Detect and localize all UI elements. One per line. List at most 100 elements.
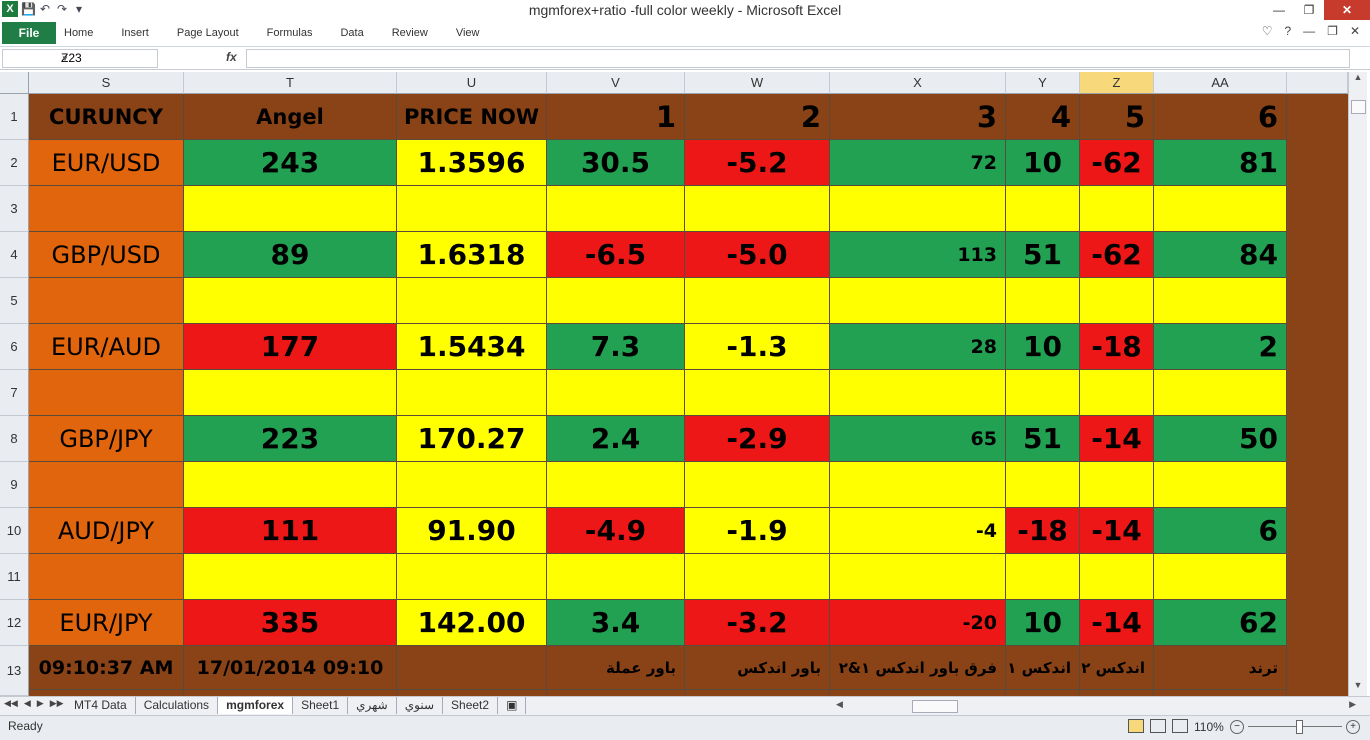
sheet-tab-mt4-data[interactable]: MT4 Data bbox=[66, 697, 136, 714]
row-header-1[interactable]: 1 bbox=[0, 94, 29, 140]
cell-v5[interactable] bbox=[547, 278, 685, 324]
cell-u3[interactable] bbox=[397, 186, 547, 232]
cell-s12[interactable]: EUR/JPY bbox=[29, 600, 184, 646]
cell-z4[interactable]: -62 bbox=[1080, 232, 1154, 278]
cell-v12[interactable]: 3.4 bbox=[547, 600, 685, 646]
cell-y7[interactable] bbox=[1006, 370, 1080, 416]
cell-aa12[interactable]: 62 bbox=[1154, 600, 1287, 646]
cell-s4[interactable]: GBP/USD bbox=[29, 232, 184, 278]
cell-y10[interactable]: -18 bbox=[1006, 508, 1080, 554]
cell-y2[interactable]: 10 bbox=[1006, 140, 1080, 186]
cell-t1[interactable]: Angel bbox=[184, 94, 397, 140]
sheet-tab-calculations[interactable]: Calculations bbox=[136, 697, 219, 714]
cell-x4[interactable]: 113 bbox=[830, 232, 1006, 278]
tab-page-layout[interactable]: Page Layout bbox=[177, 22, 239, 44]
cell-u7[interactable] bbox=[397, 370, 547, 416]
cell-y4[interactable]: 51 bbox=[1006, 232, 1080, 278]
cell-w2[interactable]: -5.2 bbox=[685, 140, 830, 186]
cell-y12[interactable]: 10 bbox=[1006, 600, 1080, 646]
row-header-10[interactable]: 10 bbox=[0, 508, 29, 554]
column-header-v[interactable]: V bbox=[547, 72, 685, 94]
row-header-4[interactable]: 4 bbox=[0, 232, 29, 278]
cell-x13[interactable]: فرق باور اندكس ١&٢ bbox=[830, 646, 1006, 690]
column-header-u[interactable]: U bbox=[397, 72, 547, 94]
row-header-5[interactable]: 5 bbox=[0, 278, 29, 324]
sheet-tab-sheet2[interactable]: Sheet2 bbox=[443, 697, 499, 714]
cell-u12[interactable]: 142.00 bbox=[397, 600, 547, 646]
close-icon[interactable]: ✕ bbox=[1324, 0, 1370, 20]
cell-aa7[interactable] bbox=[1154, 370, 1287, 416]
minimize-ribbon-icon[interactable]: ♡ bbox=[1262, 24, 1273, 38]
cell-ab-column[interactable] bbox=[1287, 94, 1348, 696]
zoom-level[interactable]: 110% bbox=[1194, 720, 1224, 734]
cell-u4[interactable]: 1.6318 bbox=[397, 232, 547, 278]
cell-v8[interactable]: 2.4 bbox=[547, 416, 685, 462]
column-header-x[interactable]: X bbox=[830, 72, 1006, 94]
cell-s7[interactable] bbox=[29, 370, 184, 416]
zoom-knob[interactable] bbox=[1296, 720, 1303, 734]
cell-aa13[interactable]: ترند bbox=[1154, 646, 1287, 690]
scroll-left-icon[interactable]: ◀ bbox=[836, 699, 843, 710]
cell-t7[interactable] bbox=[184, 370, 397, 416]
cell-aa4[interactable]: 84 bbox=[1154, 232, 1287, 278]
cell-u1[interactable]: PRICE NOW bbox=[397, 94, 547, 140]
cell-s6[interactable]: EUR/AUD bbox=[29, 324, 184, 370]
cell-aa10[interactable]: 6 bbox=[1154, 508, 1287, 554]
scroll-up-icon[interactable]: ▲ bbox=[1349, 72, 1367, 88]
cell-v7[interactable] bbox=[547, 370, 685, 416]
cell-x7[interactable] bbox=[830, 370, 1006, 416]
cell-x8[interactable]: 65 bbox=[830, 416, 1006, 462]
name-box[interactable]: Z23 ▼ bbox=[2, 49, 158, 68]
cell-u10[interactable]: 91.90 bbox=[397, 508, 547, 554]
column-header-w[interactable]: W bbox=[685, 72, 830, 94]
cell-v6[interactable]: 7.3 bbox=[547, 324, 685, 370]
cell-x5[interactable] bbox=[830, 278, 1006, 324]
cell-w9[interactable] bbox=[685, 462, 830, 508]
cell-t8[interactable]: 223 bbox=[184, 416, 397, 462]
cell-u6[interactable]: 1.5434 bbox=[397, 324, 547, 370]
tab-formulas[interactable]: Formulas bbox=[267, 22, 313, 44]
cell-w1[interactable]: 2 bbox=[685, 94, 830, 140]
horizontal-scrollbar[interactable]: ◀ ▶ bbox=[836, 699, 1356, 713]
cell-y9[interactable] bbox=[1006, 462, 1080, 508]
select-all-corner[interactable] bbox=[0, 72, 29, 94]
cell-t6[interactable]: 177 bbox=[184, 324, 397, 370]
cell-y13[interactable]: اندكس ١ bbox=[1006, 646, 1080, 690]
cell-z8[interactable]: -14 bbox=[1080, 416, 1154, 462]
cell-w11[interactable] bbox=[685, 554, 830, 600]
cell-s11[interactable] bbox=[29, 554, 184, 600]
cell-u11[interactable] bbox=[397, 554, 547, 600]
cell-y11[interactable] bbox=[1006, 554, 1080, 600]
cell-s2[interactable]: EUR/USD bbox=[29, 140, 184, 186]
doc-restore-icon[interactable]: ❐ bbox=[1327, 24, 1338, 38]
row-header-7[interactable]: 7 bbox=[0, 370, 29, 416]
tab-insert[interactable]: Insert bbox=[121, 22, 149, 44]
cell-t9[interactable] bbox=[184, 462, 397, 508]
cell-aa1[interactable]: 6 bbox=[1154, 94, 1287, 140]
cell-u8[interactable]: 170.27 bbox=[397, 416, 547, 462]
column-header-t[interactable]: T bbox=[184, 72, 397, 94]
tab-home[interactable]: Home bbox=[64, 22, 93, 44]
scroll-right-icon[interactable]: ▶ bbox=[1349, 699, 1356, 710]
cell-x2[interactable]: 72 bbox=[830, 140, 1006, 186]
vertical-scroll-thumb[interactable] bbox=[1351, 100, 1366, 114]
restore-icon[interactable]: ❐ bbox=[1294, 0, 1324, 20]
cell-v3[interactable] bbox=[547, 186, 685, 232]
cell-x12[interactable]: -20 bbox=[830, 600, 1006, 646]
cell-y8[interactable]: 51 bbox=[1006, 416, 1080, 462]
column-header-y[interactable]: Y bbox=[1006, 72, 1080, 94]
prev-sheet-icon[interactable]: ◀ bbox=[24, 698, 31, 709]
tab-view[interactable]: View bbox=[456, 22, 480, 44]
cell-x10[interactable]: -4 bbox=[830, 508, 1006, 554]
normal-view-icon[interactable] bbox=[1128, 719, 1144, 733]
cell-v9[interactable] bbox=[547, 462, 685, 508]
page-layout-view-icon[interactable] bbox=[1150, 719, 1166, 733]
cell-t4[interactable]: 89 bbox=[184, 232, 397, 278]
cell-t2[interactable]: 243 bbox=[184, 140, 397, 186]
cell-x11[interactable] bbox=[830, 554, 1006, 600]
cell-aa11[interactable] bbox=[1154, 554, 1287, 600]
cell-w6[interactable]: -1.3 bbox=[685, 324, 830, 370]
tab-review[interactable]: Review bbox=[392, 22, 428, 44]
row-header-3[interactable]: 3 bbox=[0, 186, 29, 232]
cell-t10[interactable]: 111 bbox=[184, 508, 397, 554]
